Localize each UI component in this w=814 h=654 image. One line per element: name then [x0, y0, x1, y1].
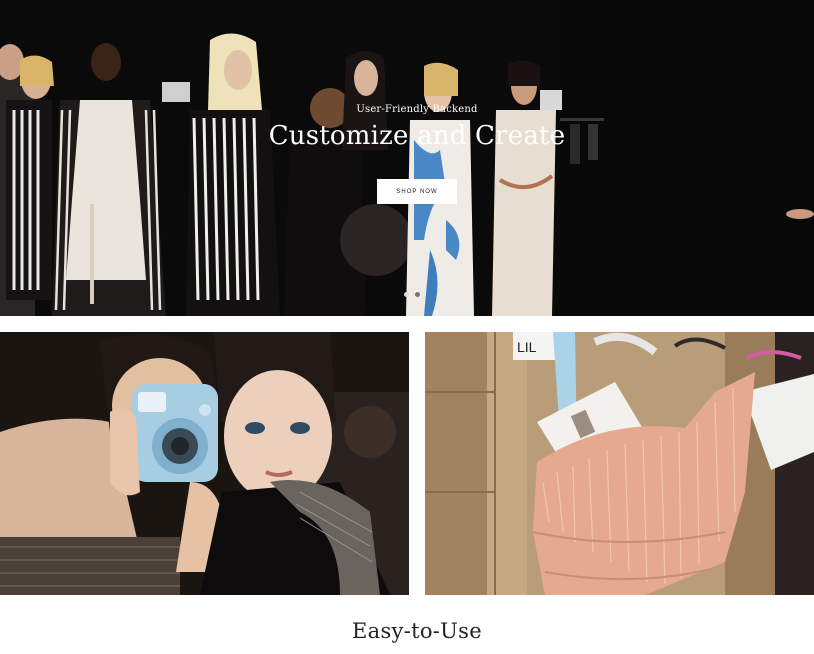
shop-now-button[interactable]: SHOP NOW [377, 179, 457, 204]
slider-pagination [404, 292, 420, 297]
hero-title: Customize and Create [268, 121, 566, 151]
photo-models-instant-camera [0, 332, 409, 595]
hero-caption: User-Friendly Backend Customize and Crea… [0, 104, 814, 151]
photo-garment-rack: LIL [425, 332, 814, 595]
tag-label: LIL [517, 339, 537, 355]
hero-slider: User-Friendly Backend Customize and Crea… [0, 0, 814, 316]
slider-dot-2[interactable] [415, 292, 420, 297]
hero-subtitle: User-Friendly Backend [356, 104, 478, 115]
hero-photo-backstage-models [0, 0, 814, 316]
section-title: Easy-to-Use [352, 619, 482, 643]
slider-dot-1[interactable] [404, 292, 409, 297]
